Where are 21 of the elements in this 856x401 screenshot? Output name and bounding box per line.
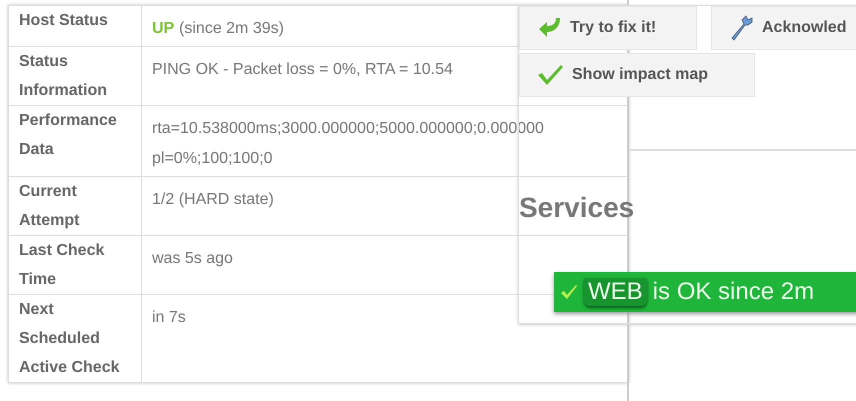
row-label: Performance Data bbox=[8, 106, 142, 176]
section-title: Services bbox=[519, 192, 634, 224]
cell-value: PING OK - Packet loss = 0%, RTA = 10.54 bbox=[152, 55, 453, 85]
row-label: Host Status bbox=[8, 6, 142, 46]
row-label: Status Information bbox=[8, 46, 142, 106]
checkmark-icon bbox=[536, 64, 564, 86]
action-button[interactable]: Acknowled bbox=[711, 6, 856, 50]
row-label: Current Attempt bbox=[8, 176, 142, 236]
cell-value: in 7s bbox=[152, 303, 186, 333]
action-button[interactable]: Show impact map bbox=[519, 53, 755, 97]
action-button[interactable]: Try to fix it! bbox=[519, 6, 697, 50]
row-label: Last Check Time bbox=[8, 236, 142, 294]
cell-value: pl=0%;100;100;0 bbox=[152, 144, 273, 174]
cell-value: UP (since 2m 39s) bbox=[152, 14, 284, 44]
cell-value: was 5s ago bbox=[152, 244, 233, 274]
service-status: is OK since 2m bbox=[652, 278, 814, 306]
cell-value: 1/2 (HARD state) bbox=[152, 185, 274, 215]
service-link[interactable]: WEB bbox=[584, 278, 647, 306]
cell-value: rta=10.538000ms;3000.000000;5000.000000;0.000000 bbox=[152, 114, 544, 144]
row-label: Next Scheduled Active Check bbox=[8, 294, 142, 382]
checkmark-icon bbox=[560, 283, 578, 301]
